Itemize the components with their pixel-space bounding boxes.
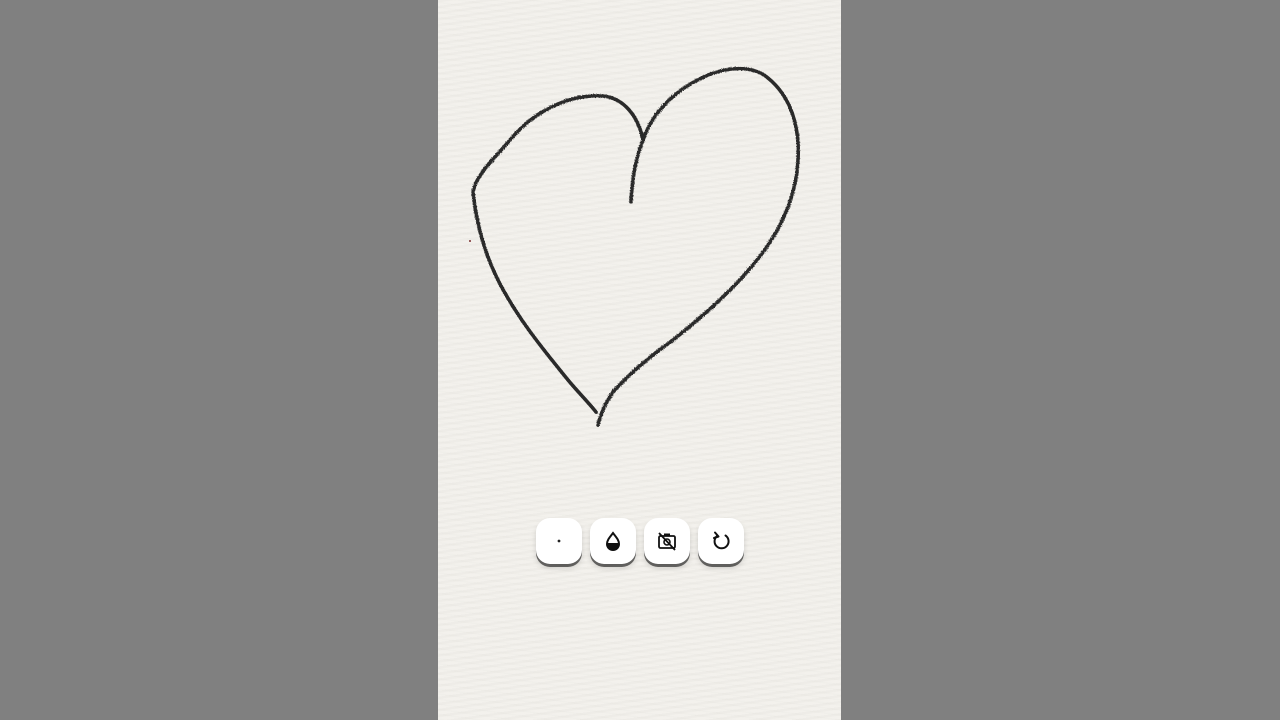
brush-size-dot-icon	[557, 539, 561, 543]
heart-sketch	[469, 66, 801, 427]
undo-button[interactable]	[698, 518, 744, 564]
drawing-canvas[interactable]	[438, 0, 841, 720]
stray-mark	[469, 240, 471, 242]
toolbar	[536, 518, 744, 564]
undo-icon	[713, 531, 730, 550]
app-stage	[0, 0, 1280, 720]
ink-level-button[interactable]	[590, 518, 636, 564]
heart-right-stroke	[596, 66, 801, 427]
heart-left-stroke	[471, 94, 645, 414]
brush-size-button[interactable]	[536, 518, 582, 564]
camera-off-button[interactable]	[644, 518, 690, 564]
ink-drop-icon	[605, 531, 621, 551]
camera-off-icon	[658, 532, 676, 551]
